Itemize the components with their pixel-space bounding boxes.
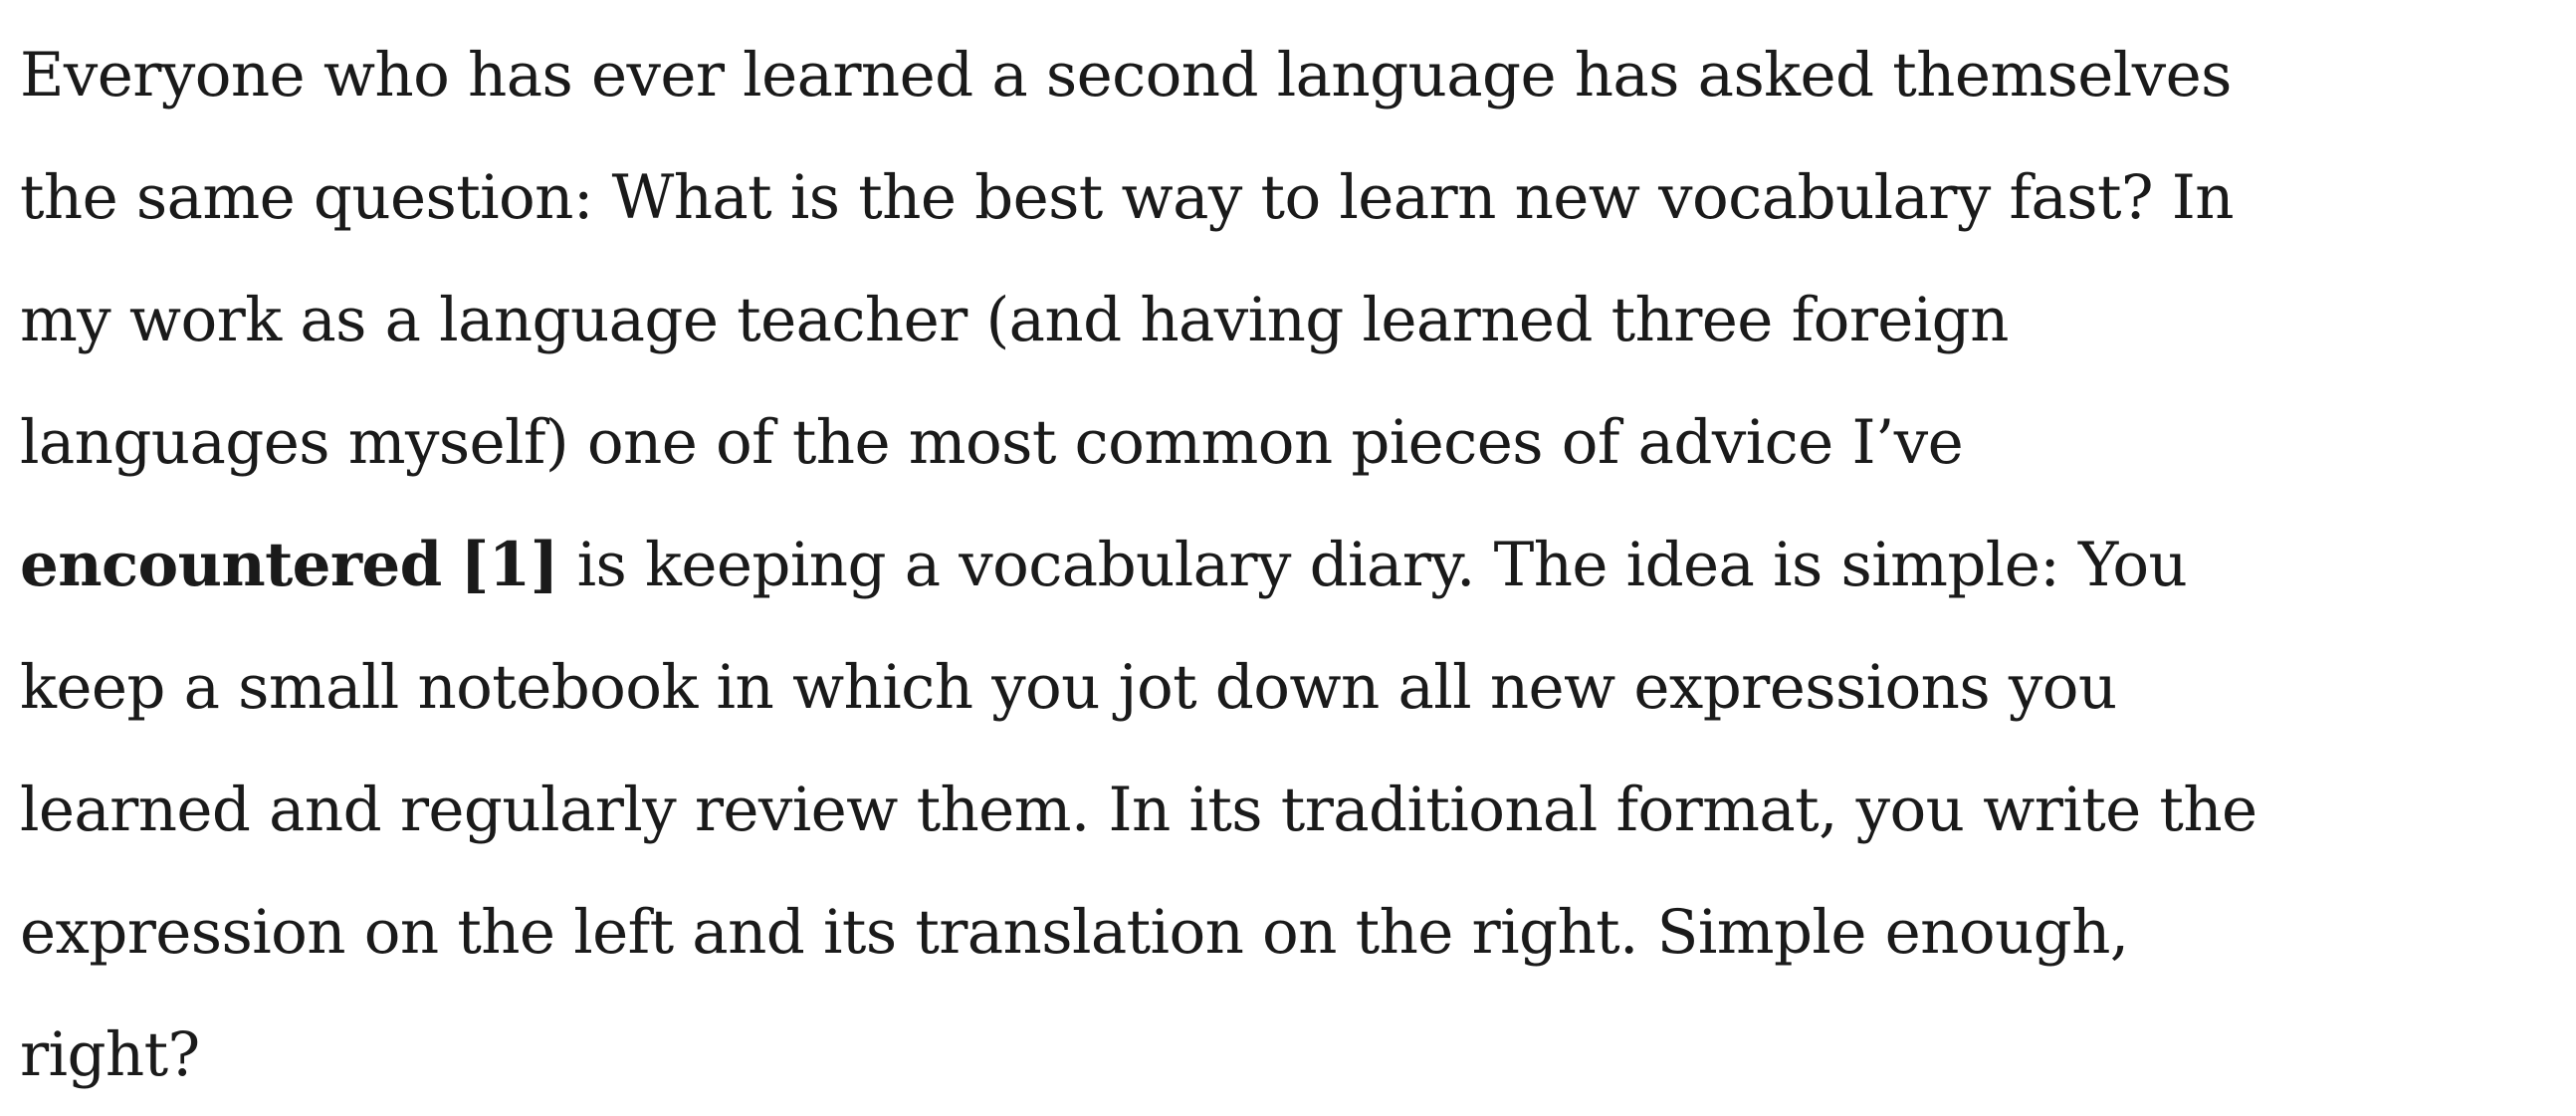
footnote-reference[interactable]: [1] [460,530,558,600]
paragraph-line-2: the same question: What is the best way … [20,162,2235,233]
paragraph-line-8: expression on the left and its translati… [20,897,2129,968]
paragraph-line-4: languages myself) one of the most common… [20,407,1964,478]
paragraph-line-1: Everyone who has ever learned a second l… [20,40,2232,111]
document-page: Everyone who has ever learned a second l… [20,0,2568,1095]
body-paragraph: Everyone who has ever learned a second l… [20,0,2548,1116]
paragraph-line-3: my work as a language teacher (and havin… [20,285,2009,355]
paragraph-line-9: right? [20,1019,200,1090]
paragraph-line-6: keep a small notebook in which you jot d… [20,652,2117,723]
paragraph-line-5-text: is keeping a vocabulary diary. The idea … [557,530,2188,600]
paragraph-line-5: encountered [1] is keeping a vocabulary … [20,504,2548,626]
paragraph-line-7: learned and regularly review them. In it… [20,775,2257,845]
bold-term: encountered [20,530,442,600]
